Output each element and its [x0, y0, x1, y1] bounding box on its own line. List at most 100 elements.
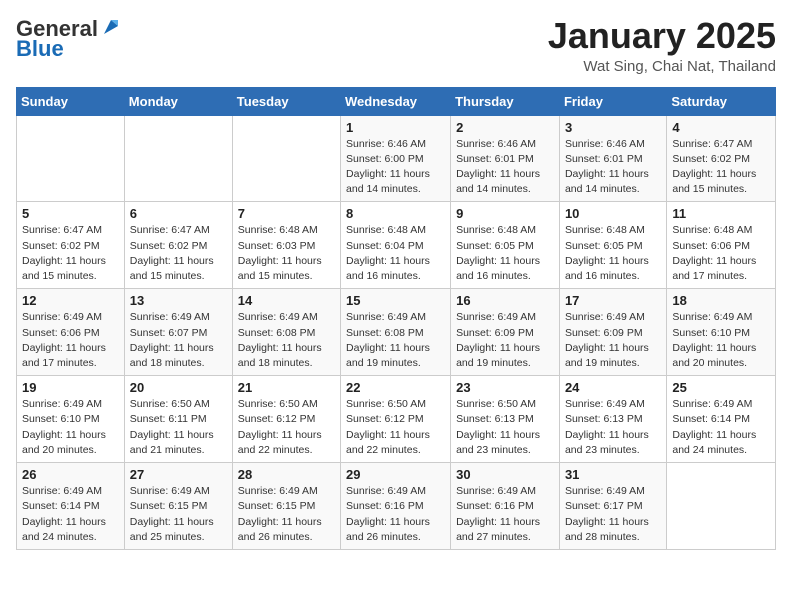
calendar-cell	[667, 463, 776, 550]
calendar-table: SundayMondayTuesdayWednesdayThursdayFrid…	[16, 87, 776, 550]
calendar-cell: 2 Sunrise: 6:46 AM Sunset: 6:01 PM Daylig…	[451, 115, 560, 202]
day-info: Sunrise: 6:47 AM Sunset: 6:02 PM Dayligh…	[672, 137, 770, 198]
day-number: 13	[130, 293, 227, 308]
weekday-header-friday: Friday	[559, 87, 666, 115]
day-number: 21	[238, 380, 335, 395]
day-number: 26	[22, 467, 119, 482]
day-info: Sunrise: 6:49 AM Sunset: 6:10 PM Dayligh…	[672, 310, 770, 371]
calendar-cell: 7Sunrise: 6:48 AM Sunset: 6:03 PM Daylig…	[232, 202, 340, 289]
calendar-cell: 28 Sunrise: 6:49 AM Sunset: 6:15 PM Dayli…	[232, 463, 340, 550]
calendar-cell	[17, 115, 125, 202]
day-number: 2	[456, 120, 554, 135]
day-number: 30	[456, 467, 554, 482]
day-info: Sunrise: 6:46 AM Sunset: 6:01 PM Dayligh…	[456, 137, 554, 198]
day-number: 31	[565, 467, 661, 482]
day-number: 17	[565, 293, 661, 308]
day-number: 23	[456, 380, 554, 395]
day-info: Sunrise: 6:49 AM Sunset: 6:06 PM Dayligh…	[22, 310, 119, 371]
day-info: Sunrise: 6:49 AM Sunset: 6:15 PM Dayligh…	[238, 484, 335, 545]
day-number: 25	[672, 380, 770, 395]
logo: General Blue	[16, 16, 122, 62]
day-number: 19	[22, 380, 119, 395]
day-info: Sunrise: 6:49 AM Sunset: 6:14 PM Dayligh…	[22, 484, 119, 545]
day-info: Sunrise: 6:47 AM Sunset: 6:02 PM Dayligh…	[22, 223, 119, 284]
calendar-cell: 26 Sunrise: 6:49 AM Sunset: 6:14 PM Dayli…	[17, 463, 125, 550]
day-info: Sunrise: 6:46 AM Sunset: 6:00 PM Dayligh…	[346, 137, 445, 198]
calendar-cell: 17 Sunrise: 6:49 AM Sunset: 6:09 PM Dayli…	[559, 289, 666, 376]
day-number: 24	[565, 380, 661, 395]
day-number: 27	[130, 467, 227, 482]
weekday-header-thursday: Thursday	[451, 87, 560, 115]
calendar-cell	[124, 115, 232, 202]
day-info: Sunrise: 6:49 AM Sunset: 6:16 PM Dayligh…	[456, 484, 554, 545]
day-number: 16	[456, 293, 554, 308]
day-info: Sunrise: 6:47 AM Sunset: 6:02 PM Dayligh…	[130, 223, 227, 284]
day-number: 4	[672, 120, 770, 135]
calendar-cell: 31 Sunrise: 6:49 AM Sunset: 6:17 PM Dayli…	[559, 463, 666, 550]
logo-blue: Blue	[16, 36, 64, 62]
location-subtitle: Wat Sing, Chai Nat, Thailand	[548, 58, 776, 75]
day-info: Sunrise: 6:49 AM Sunset: 6:15 PM Dayligh…	[130, 484, 227, 545]
day-info: Sunrise: 6:49 AM Sunset: 6:17 PM Dayligh…	[565, 484, 661, 545]
day-info: Sunrise: 6:49 AM Sunset: 6:08 PM Dayligh…	[346, 310, 445, 371]
day-info: Sunrise: 6:49 AM Sunset: 6:16 PM Dayligh…	[346, 484, 445, 545]
day-info: Sunrise: 6:50 AM Sunset: 6:13 PM Dayligh…	[456, 397, 554, 458]
day-info: Sunrise: 6:50 AM Sunset: 6:12 PM Dayligh…	[346, 397, 445, 458]
weekday-header-saturday: Saturday	[667, 87, 776, 115]
day-number: 5	[22, 206, 119, 221]
day-number: 18	[672, 293, 770, 308]
day-info: Sunrise: 6:49 AM Sunset: 6:10 PM Dayligh…	[22, 397, 119, 458]
calendar-cell: 18 Sunrise: 6:49 AM Sunset: 6:10 PM Dayli…	[667, 289, 776, 376]
day-info: Sunrise: 6:49 AM Sunset: 6:08 PM Dayligh…	[238, 310, 335, 371]
calendar-cell: 27 Sunrise: 6:49 AM Sunset: 6:15 PM Dayli…	[124, 463, 232, 550]
calendar-cell: 8 Sunrise: 6:48 AM Sunset: 6:04 PM Daylig…	[341, 202, 451, 289]
day-number: 20	[130, 380, 227, 395]
day-number: 6	[130, 206, 227, 221]
day-number: 22	[346, 380, 445, 395]
calendar-cell: 19 Sunrise: 6:49 AM Sunset: 6:10 PM Dayli…	[17, 376, 125, 463]
day-info: Sunrise: 6:50 AM Sunset: 6:11 PM Dayligh…	[130, 397, 227, 458]
calendar-cell: 24Sunrise: 6:49 AM Sunset: 6:13 PM Dayli…	[559, 376, 666, 463]
calendar-cell: 14 Sunrise: 6:49 AM Sunset: 6:08 PM Dayli…	[232, 289, 340, 376]
day-number: 8	[346, 206, 445, 221]
calendar-cell: 15Sunrise: 6:49 AM Sunset: 6:08 PM Dayli…	[341, 289, 451, 376]
day-info: Sunrise: 6:49 AM Sunset: 6:09 PM Dayligh…	[456, 310, 554, 371]
day-number: 14	[238, 293, 335, 308]
calendar-cell	[232, 115, 340, 202]
day-info: Sunrise: 6:48 AM Sunset: 6:06 PM Dayligh…	[672, 223, 770, 284]
calendar-cell: 13 Sunrise: 6:49 AM Sunset: 6:07 PM Dayli…	[124, 289, 232, 376]
day-number: 11	[672, 206, 770, 221]
calendar-cell: 5 Sunrise: 6:47 AM Sunset: 6:02 PM Daylig…	[17, 202, 125, 289]
weekday-header-monday: Monday	[124, 87, 232, 115]
day-info: Sunrise: 6:49 AM Sunset: 6:09 PM Dayligh…	[565, 310, 661, 371]
logo-icon	[100, 16, 122, 38]
day-number: 10	[565, 206, 661, 221]
calendar-cell: 21 Sunrise: 6:50 AM Sunset: 6:12 PM Dayli…	[232, 376, 340, 463]
day-number: 29	[346, 467, 445, 482]
calendar-cell: 20 Sunrise: 6:50 AM Sunset: 6:11 PM Dayli…	[124, 376, 232, 463]
calendar-cell: 6 Sunrise: 6:47 AM Sunset: 6:02 PM Daylig…	[124, 202, 232, 289]
day-info: Sunrise: 6:48 AM Sunset: 6:04 PM Dayligh…	[346, 223, 445, 284]
day-info: Sunrise: 6:49 AM Sunset: 6:14 PM Dayligh…	[672, 397, 770, 458]
day-number: 3	[565, 120, 661, 135]
day-number: 9	[456, 206, 554, 221]
weekday-header-sunday: Sunday	[17, 87, 125, 115]
day-info: Sunrise: 6:46 AM Sunset: 6:01 PM Dayligh…	[565, 137, 661, 198]
calendar-cell: 30 Sunrise: 6:49 AM Sunset: 6:16 PM Dayli…	[451, 463, 560, 550]
calendar-cell: 23 Sunrise: 6:50 AM Sunset: 6:13 PM Dayli…	[451, 376, 560, 463]
day-number: 7	[238, 206, 335, 221]
title-block: January 2025 Wat Sing, Chai Nat, Thailan…	[548, 16, 776, 75]
calendar-cell: 10 Sunrise: 6:48 AM Sunset: 6:05 PM Dayli…	[559, 202, 666, 289]
day-info: Sunrise: 6:48 AM Sunset: 6:05 PM Dayligh…	[565, 223, 661, 284]
page-header: General Blue January 2025 Wat Sing, Chai…	[16, 16, 776, 75]
calendar-cell: 12Sunrise: 6:49 AM Sunset: 6:06 PM Dayli…	[17, 289, 125, 376]
day-number: 1	[346, 120, 445, 135]
day-info: Sunrise: 6:50 AM Sunset: 6:12 PM Dayligh…	[238, 397, 335, 458]
day-number: 28	[238, 467, 335, 482]
day-info: Sunrise: 6:49 AM Sunset: 6:07 PM Dayligh…	[130, 310, 227, 371]
day-info: Sunrise: 6:48 AM Sunset: 6:05 PM Dayligh…	[456, 223, 554, 284]
weekday-header-wednesday: Wednesday	[341, 87, 451, 115]
calendar-cell: 22 Sunrise: 6:50 AM Sunset: 6:12 PM Dayli…	[341, 376, 451, 463]
calendar-cell: 29 Sunrise: 6:49 AM Sunset: 6:16 PM Dayli…	[341, 463, 451, 550]
calendar-cell: 9 Sunrise: 6:48 AM Sunset: 6:05 PM Daylig…	[451, 202, 560, 289]
